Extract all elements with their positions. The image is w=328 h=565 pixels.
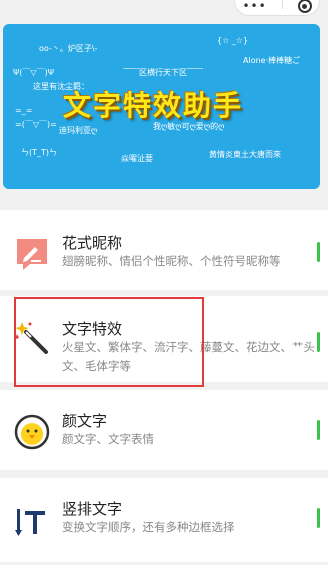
feature-card-vertical-text[interactable]: 竖排文字 变换文字顺序，还有多种边框选择 bbox=[0, 478, 328, 562]
mini-program-capsule: ••• bbox=[234, 0, 320, 16]
banner[interactable]: oo-丶。炉区子\- {☆ _☆} Ψ(￣▽￣)Ψ Alone·棒棒糖ご ﹋﹋区… bbox=[3, 24, 320, 189]
feature-title: 花式昵称 bbox=[62, 234, 123, 252]
feature-desc: 变换文字顺序，还有多种边框选择 bbox=[62, 520, 235, 534]
feature-title: 颜文字 bbox=[62, 412, 108, 430]
accent-bar bbox=[317, 420, 320, 440]
banner-text: =_= bbox=[15, 106, 33, 115]
feature-desc: 颜文字、文字表情 bbox=[62, 432, 154, 446]
banner-text: ﹋﹋区横行天下区﹋﹋ bbox=[123, 68, 203, 77]
banner-text: Alone·棒棒糖ご bbox=[243, 56, 301, 65]
chick-emoji-icon bbox=[14, 414, 50, 450]
accent-bar bbox=[317, 508, 320, 528]
vertical-text-icon bbox=[14, 504, 50, 540]
feature-card-fancy-nickname[interactable]: 花式昵称 翅膀昵称、情侣个性昵称、个性符号昵称等 bbox=[0, 210, 328, 290]
banner-text: 迪玛利亚ღ bbox=[59, 126, 98, 135]
banner-text: Ψ(￣▽￣)Ψ bbox=[13, 68, 54, 77]
banner-text: ㄣ(T_T)ㄣ bbox=[21, 148, 58, 157]
capsule-divider bbox=[281, 0, 283, 9]
accent-bar bbox=[317, 242, 320, 262]
banner-text: oo-丶。炉区子\- bbox=[39, 44, 98, 53]
close-mini-program-icon[interactable] bbox=[297, 0, 312, 13]
selection-highlight bbox=[14, 297, 204, 387]
accent-bar bbox=[317, 332, 320, 352]
banner-text: 焱曜沚菨 bbox=[121, 154, 153, 163]
banner-title: 文字特效助手 bbox=[63, 89, 244, 122]
feature-card-kaomoji[interactable]: 颜文字 颜文字、文字表情 bbox=[0, 390, 328, 470]
pencil-icon bbox=[14, 236, 50, 272]
banner-text: 我ღ敏ღ可ღ爱ღ的ღ bbox=[153, 122, 225, 131]
banner-text: 黄情炎東土大唐而來 bbox=[209, 150, 281, 159]
banner-text: {☆ _☆} bbox=[217, 36, 249, 45]
feature-desc: 翅膀昵称、情侣个性昵称、个性符号昵称等 bbox=[62, 254, 281, 268]
more-menu-icon[interactable]: ••• bbox=[242, 0, 266, 13]
banner-text: =(￣▽￣)= bbox=[15, 120, 57, 129]
feature-title: 竖排文字 bbox=[62, 500, 123, 518]
